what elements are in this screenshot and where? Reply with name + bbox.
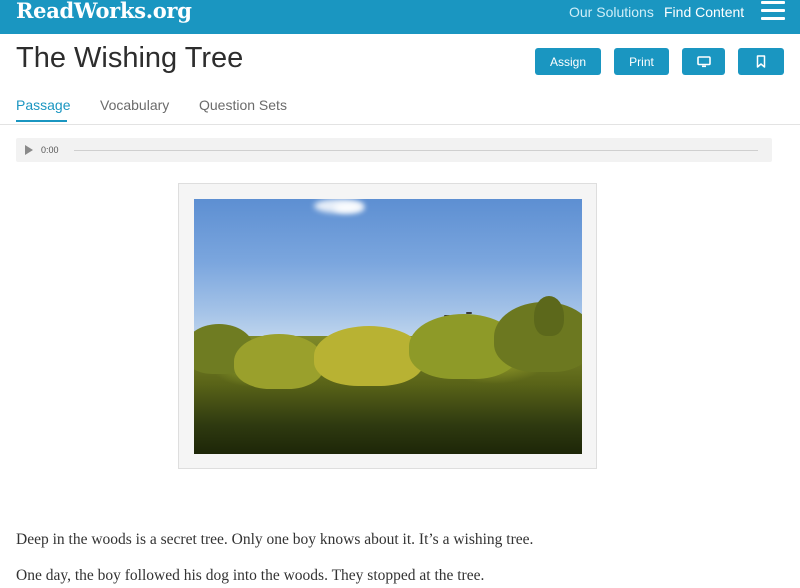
play-icon[interactable] xyxy=(25,145,33,155)
nav-our-solutions[interactable]: Our Solutions xyxy=(569,4,654,20)
passage-paragraph: Deep in the woods is a secret tree. Only… xyxy=(16,531,534,548)
present-button[interactable] xyxy=(682,48,725,75)
active-tab-indicator xyxy=(16,120,67,122)
audio-player: 0:00 xyxy=(16,138,772,162)
audio-time: 0:00 xyxy=(41,145,59,155)
bookmark-icon xyxy=(756,55,766,68)
tab-question-sets[interactable]: Question Sets xyxy=(199,97,287,113)
passage-image-frame xyxy=(178,183,597,469)
treeline xyxy=(194,296,582,454)
top-navigation-bar: ReadWorks.org Our Solutions Find Content xyxy=(0,0,800,34)
page-title: The Wishing Tree xyxy=(16,42,244,74)
readworks-logo[interactable]: ReadWorks.org xyxy=(16,0,192,23)
hamburger-menu-icon[interactable] xyxy=(761,0,785,22)
audio-progress-track[interactable] xyxy=(74,150,758,151)
monitor-icon xyxy=(696,55,711,67)
print-button[interactable]: Print xyxy=(614,48,669,75)
tabs-divider xyxy=(0,124,800,125)
nav-find-content[interactable]: Find Content xyxy=(664,4,744,20)
passage-photo xyxy=(194,199,582,454)
passage-paragraph: One day, the boy followed his dog into t… xyxy=(16,567,485,584)
assign-button[interactable]: Assign xyxy=(535,48,601,75)
tab-vocabulary[interactable]: Vocabulary xyxy=(100,97,169,113)
tab-passage[interactable]: Passage xyxy=(16,97,70,113)
bookmark-button[interactable] xyxy=(738,48,784,75)
